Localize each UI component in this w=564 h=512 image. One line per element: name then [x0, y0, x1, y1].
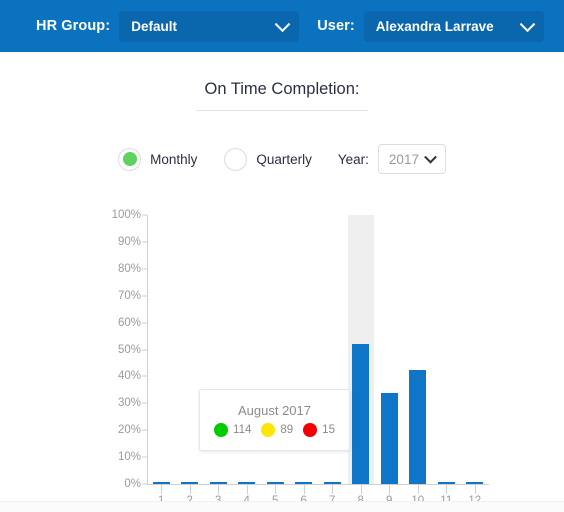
y-axis-tick-label: 40% — [117, 370, 141, 383]
chart-controls: Monthly Quarterly Year: 2017 — [0, 144, 564, 174]
tooltip-item-red: 15 — [303, 423, 335, 437]
radio-monthly-label: Monthly — [150, 151, 198, 167]
red-status-dot-icon — [303, 423, 318, 437]
bar-chart: 0%10%20%30%40%50%60%70%80%90%100% 123456… — [0, 206, 564, 512]
green-status-dot-icon — [214, 423, 229, 437]
bar-10[interactable] — [409, 369, 427, 484]
x-axis-tick-mark — [218, 485, 220, 494]
y-axis-tick-label: 10% — [117, 451, 141, 464]
year-select-value: 2017 — [388, 151, 419, 167]
radio-quarterly-label: Quarterly — [256, 151, 312, 167]
tooltip-item-value: 15 — [322, 424, 335, 436]
tooltip-item-yellow: 89 — [261, 423, 293, 437]
year-select[interactable]: 2017 — [377, 144, 446, 174]
x-axis-tick-mark — [446, 485, 448, 494]
radio-quarterly-icon[interactable] — [224, 147, 248, 171]
radio-monthly-dot — [122, 152, 137, 166]
y-axis-tick-label: 100% — [111, 209, 141, 221]
y-axis-tick-label: 60% — [117, 316, 141, 329]
user-select-value: Alexandra Larrave — [375, 18, 494, 34]
x-axis-tick-mark — [389, 485, 391, 494]
x-axis-tick-mark — [161, 485, 163, 494]
x-axis-tick-mark — [246, 485, 248, 494]
x-axis-tick-mark — [275, 485, 277, 494]
bar-9[interactable] — [380, 392, 398, 484]
y-axis-tick-label: 70% — [117, 289, 141, 302]
yellow-status-dot-icon — [261, 423, 276, 437]
chevron-down-icon — [424, 150, 437, 164]
footer-band — [0, 501, 564, 512]
x-axis-tick-mark — [332, 485, 334, 494]
user-label: User: — [317, 18, 355, 34]
y-axis-tick-label: 80% — [117, 262, 141, 275]
y-axis-tick-label: 0% — [124, 478, 141, 490]
x-axis-line — [147, 484, 489, 485]
hr-group-label: HR Group: — [36, 18, 111, 34]
x-axis-tick-mark — [189, 485, 191, 494]
tooltip-item-value: 114 — [233, 424, 252, 436]
tooltip-values: 114 89 15 — [209, 423, 340, 437]
tooltip-item-value: 89 — [280, 424, 294, 436]
y-axis-tick-label: 30% — [117, 397, 141, 410]
radio-monthly-icon[interactable] — [118, 147, 142, 171]
hr-group-select[interactable]: Default — [119, 10, 300, 42]
bar-8[interactable] — [352, 344, 370, 484]
x-axis-tick-mark — [360, 485, 362, 494]
y-axis-labels: 0% 10% 20% 30% 40% 50% 60% 70% 80% 90% 100% — [97, 206, 141, 512]
year-label: Year: — [337, 151, 369, 167]
y-axis-tick-label: 20% — [117, 424, 141, 437]
y-axis-tick-label: 90% — [117, 235, 141, 248]
tooltip-item-green: 114 — [214, 423, 251, 437]
page-title: On Time Completion: — [204, 80, 360, 98]
radio-quarterly[interactable]: Quarterly — [224, 147, 312, 171]
title-divider — [196, 110, 368, 111]
x-axis-tick-mark — [417, 485, 419, 494]
radio-monthly[interactable]: Monthly — [118, 147, 198, 171]
chevron-down-icon — [519, 16, 536, 33]
x-axis-tick-mark — [474, 485, 476, 494]
y-axis-tick-label: 50% — [117, 343, 141, 356]
x-axis-tick-mark — [303, 485, 305, 494]
user-select[interactable]: Alexandra Larrave — [363, 10, 544, 42]
chart-tooltip: August 2017 114 89 15 — [199, 389, 350, 451]
top-filter-bar: HR Group: Default User: Alexandra Larrav… — [0, 0, 564, 52]
hr-group-select-value: Default — [131, 18, 177, 34]
tooltip-title: August 2017 — [237, 403, 311, 418]
chevron-down-icon — [274, 16, 291, 33]
app-root: HR Group: Default User: Alexandra Larrav… — [0, 0, 564, 512]
